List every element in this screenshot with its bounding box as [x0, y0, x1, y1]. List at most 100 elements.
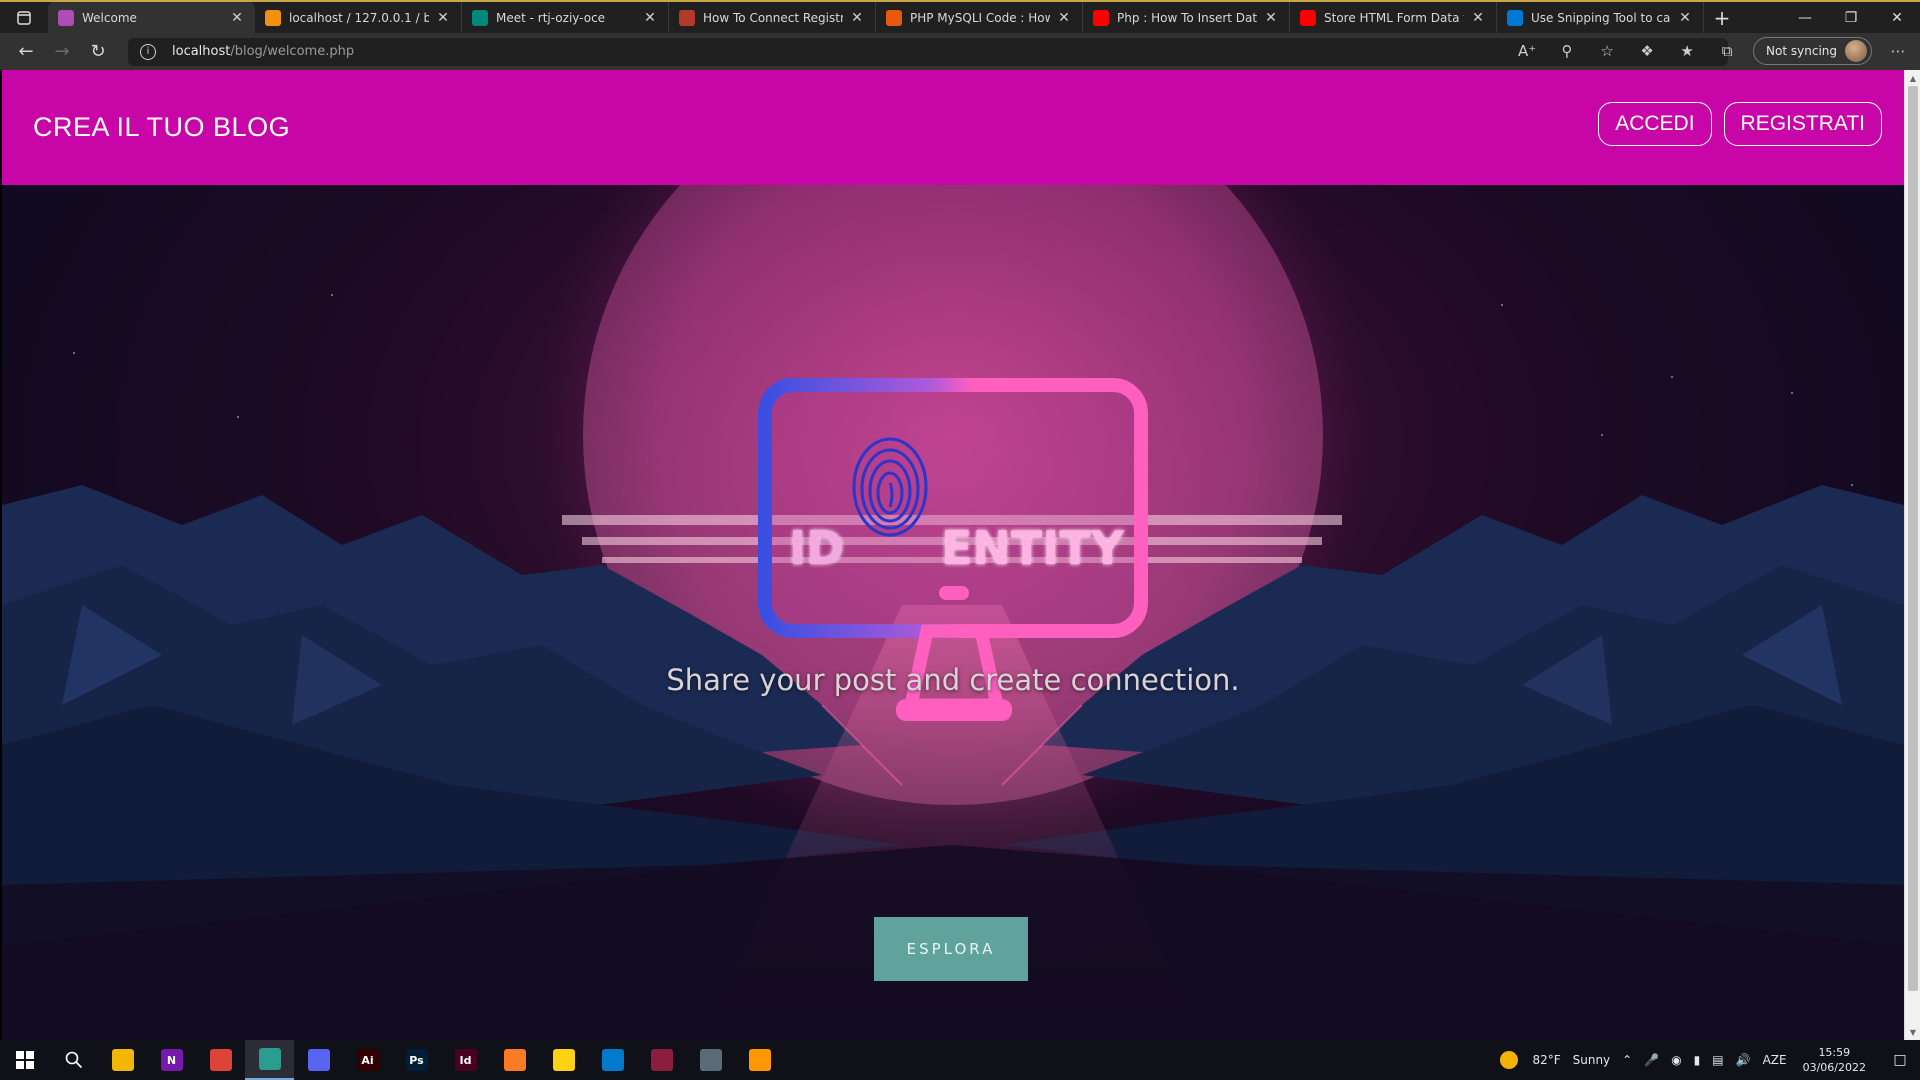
taskbar-app-chrome[interactable]	[196, 1040, 245, 1080]
scroll-down-icon[interactable]: ▼	[1905, 1024, 1920, 1040]
vscode-icon	[601, 1049, 624, 1071]
tab-title: Meet - rtj-oziy-oce	[496, 10, 606, 25]
search-icon	[65, 1051, 82, 1069]
tab-title: Store HTML Form Data to	[1324, 10, 1464, 25]
tab-close-icon[interactable]: ✕	[435, 10, 451, 26]
restore-button[interactable]: ❐	[1828, 2, 1874, 33]
tab-close-icon[interactable]: ✕	[642, 10, 658, 26]
xampp-icon	[503, 1049, 526, 1071]
monitor-pink-favicon-icon	[58, 9, 74, 26]
taskbar-app-onenote[interactable]: N	[147, 1040, 196, 1080]
tab-close-icon[interactable]: ✕	[1470, 10, 1486, 26]
browser-tab[interactable]: Welcome ✕	[48, 2, 255, 33]
browser-tab[interactable]: Use Snipping Tool to captu ✕	[1497, 2, 1704, 33]
minimize-button[interactable]: —	[1782, 2, 1828, 33]
taskbar-app-discord[interactable]	[294, 1040, 343, 1080]
scrollbar-thumb[interactable]	[1908, 86, 1918, 991]
browser-tab[interactable]: Store HTML Form Data to ✕	[1290, 2, 1497, 33]
taskbar-app-edge[interactable]	[245, 1040, 294, 1080]
tray-overflow-icon[interactable]: ⌃	[1622, 1053, 1632, 1067]
login-button[interactable]: ACCEDI	[1598, 102, 1712, 146]
youtube-favicon-icon	[1300, 9, 1316, 26]
network-icon[interactable]: ▤	[1712, 1053, 1723, 1067]
tab-close-icon[interactable]: ✕	[1677, 10, 1693, 26]
register-button[interactable]: REGISTRATI	[1723, 102, 1882, 146]
tab-title: localhost / 127.0.0.1 / blog	[289, 10, 429, 25]
url-host: localhost	[172, 44, 231, 59]
taskbar-app-sticky-notes[interactable]	[539, 1040, 588, 1080]
weather-sun-icon[interactable]	[1500, 1051, 1519, 1069]
taskbar-app-xampp[interactable]	[490, 1040, 539, 1080]
edge-icon	[258, 1048, 281, 1070]
add-favorite-icon[interactable]: ☆	[1593, 37, 1621, 65]
winrar-icon	[650, 1049, 673, 1071]
collections-icon[interactable]: ⧉	[1713, 37, 1741, 65]
taskbar-app-file-explorer[interactable]	[98, 1040, 147, 1080]
taskbar-app-winrar[interactable]	[637, 1040, 686, 1080]
taskbar-app-illustrator[interactable]: Ai	[343, 1040, 392, 1080]
logo-text-entity: ENTITY	[941, 521, 1125, 575]
illustrator-icon: Ai	[356, 1049, 379, 1071]
clock-time: 15:59	[1818, 1046, 1851, 1059]
profile-sync-button[interactable]: Not syncing	[1753, 37, 1872, 65]
google-meet-favicon-icon	[472, 9, 488, 26]
hero-section: ID ENTITY Share your post and create con…	[2, 185, 1904, 1040]
microphone-icon[interactable]: 🎤	[1644, 1053, 1659, 1067]
start-button[interactable]	[0, 1040, 49, 1080]
page-viewport: CREA IL TUO BLOG ACCEDI REGISTRATI ID EN…	[2, 70, 1904, 1040]
taskbar-app-indesign[interactable]: Id	[441, 1040, 490, 1080]
read-aloud-icon[interactable]: A⁺	[1513, 37, 1541, 65]
extensions-icon[interactable]: ❖	[1633, 37, 1661, 65]
forward-button[interactable]: →	[44, 37, 80, 67]
logo-text-id: ID	[789, 521, 845, 575]
clock[interactable]: 15:59 03/06/2022	[1803, 1045, 1866, 1075]
browser-tab[interactable]: How To Connect Registrati ✕	[669, 2, 876, 33]
scroll-up-icon[interactable]: ▲	[1905, 70, 1920, 86]
browser-tab[interactable]: PHP MySQLI Code : How T ✕	[876, 2, 1083, 33]
system-tray: 82°F Sunny ⌃ 🎤 ◉ ▮ ▤ 🔊 AZE 15:59 03/06/2…	[1500, 1040, 1920, 1080]
tab-actions-icon[interactable]	[0, 2, 48, 33]
tab-title: Welcome	[82, 10, 137, 25]
tab-close-icon[interactable]: ✕	[849, 10, 865, 26]
weather-desc[interactable]: Sunny	[1573, 1053, 1611, 1067]
new-tab-button[interactable]: +	[1704, 2, 1740, 33]
camera-icon[interactable]: ◉	[1671, 1053, 1681, 1067]
sublime-text-icon	[748, 1049, 771, 1071]
refresh-button[interactable]: ↻	[80, 37, 116, 67]
indesign-icon: Id	[454, 1049, 477, 1071]
more-menu-icon[interactable]: ⋯	[1884, 37, 1912, 65]
close-window-button[interactable]: ✕	[1874, 2, 1920, 33]
back-button[interactable]: ←	[8, 37, 44, 67]
site-brand[interactable]: CREA IL TUO BLOG	[33, 112, 290, 143]
zoom-icon[interactable]: ⚲	[1553, 37, 1581, 65]
youtube-favicon-icon	[1093, 9, 1109, 26]
explore-button[interactable]: ESPLORA	[874, 917, 1028, 981]
browser-tab[interactable]: Meet - rtj-oziy-oce ✕	[462, 2, 669, 33]
battery-icon[interactable]: ▮	[1694, 1053, 1701, 1067]
chrome-icon	[209, 1049, 232, 1071]
browser-tab[interactable]: Php : How To Insert Data In ✕	[1083, 2, 1290, 33]
photoshop-icon: Ps	[405, 1049, 428, 1071]
site-info-icon[interactable]: i	[140, 43, 156, 60]
search-button[interactable]	[49, 1040, 98, 1080]
favorites-icon[interactable]: ★	[1673, 37, 1701, 65]
discord-icon	[307, 1049, 330, 1071]
tab-close-icon[interactable]: ✕	[229, 10, 245, 26]
tab-title: Php : How To Insert Data In	[1117, 10, 1257, 25]
tab-close-icon[interactable]: ✕	[1056, 10, 1072, 26]
onenote-icon: N	[160, 1049, 183, 1071]
tab-title: Use Snipping Tool to captu	[1531, 10, 1671, 25]
language-indicator[interactable]: AZE	[1763, 1053, 1787, 1067]
taskbar-app-photoshop[interactable]: Ps	[392, 1040, 441, 1080]
page-scrollbar[interactable]: ▲ ▼	[1904, 70, 1920, 1040]
weather-temp[interactable]: 82°F	[1532, 1053, 1560, 1067]
taskbar-app-vscode[interactable]	[588, 1040, 637, 1080]
volume-icon[interactable]: 🔊	[1736, 1053, 1751, 1067]
notification-center-icon[interactable]: □	[1880, 1040, 1920, 1080]
taskbar-app-sublime-text[interactable]	[735, 1040, 784, 1080]
tab-close-icon[interactable]: ✕	[1263, 10, 1279, 26]
taskbar-app-calculator[interactable]	[686, 1040, 735, 1080]
funda-favicon-icon	[886, 9, 902, 26]
browser-tab[interactable]: localhost / 127.0.0.1 / blog ✕	[255, 2, 462, 33]
address-bar[interactable]: i localhost/blog/welcome.php	[128, 37, 1728, 66]
